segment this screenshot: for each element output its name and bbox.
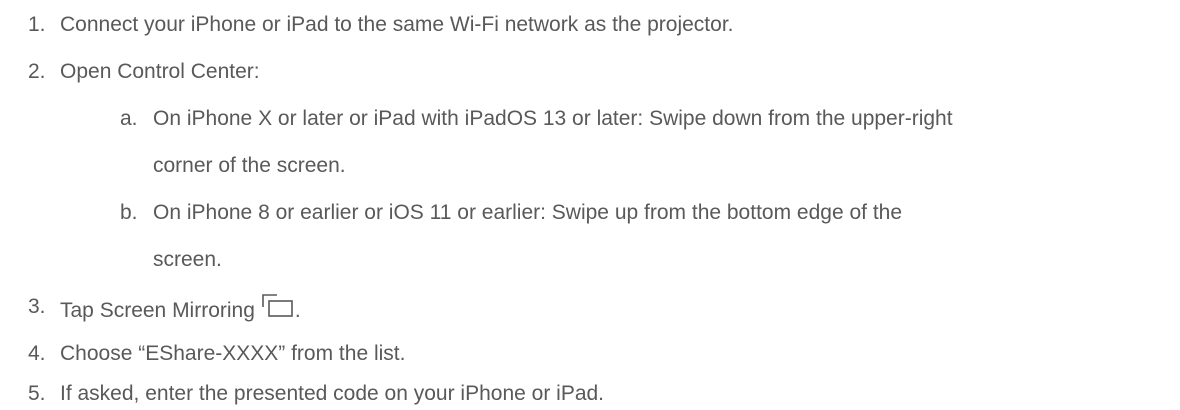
step-number: 5. (28, 382, 46, 405)
step-text: Choose “EShare-XXXX” from the list. (60, 342, 406, 365)
substep-letter: a. (120, 107, 138, 130)
step-number: 4. (28, 342, 46, 365)
step-number: 1. (28, 13, 46, 36)
step-text: Open Control Center: (60, 60, 260, 83)
instructions-page: { "steps": [ {"num": "1.", "text": "Conn… (0, 0, 1180, 410)
step-number: 3. (28, 295, 46, 318)
substep-text-line-1: On iPhone 8 or earlier or iOS 11 or earl… (153, 201, 903, 224)
step-text-group: Tap Screen Mirroring . (60, 294, 301, 323)
step-suffix: . (294, 299, 301, 322)
substep-text-line-2: screen. (153, 248, 222, 271)
substep-letter: b. (120, 201, 138, 224)
step-text: If asked, enter the presented code on yo… (60, 382, 605, 405)
step-text: Tap Screen Mirroring (60, 299, 255, 322)
step-number: 2. (28, 60, 46, 83)
substep-text-line-1: On iPhone X or later or iPad with iPadOS… (153, 107, 953, 130)
substep-text-line-2: corner of the screen. (153, 154, 346, 177)
screen-mirroring-icon (261, 294, 295, 319)
step-text: Connect your iPhone or iPad to the same … (60, 13, 734, 36)
